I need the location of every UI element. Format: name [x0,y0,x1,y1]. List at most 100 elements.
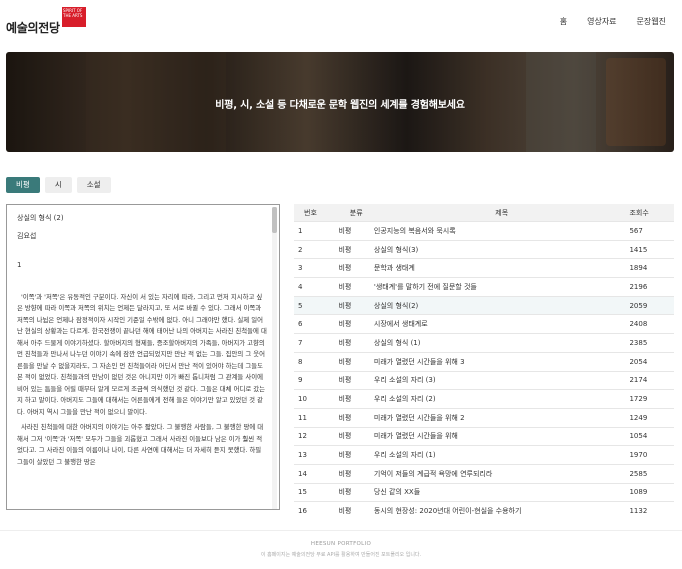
row-title[interactable]: 상실의 형식(3) [373,239,630,259]
table-row[interactable]: 3 비평 문학과 생태계 1894 [294,258,674,278]
row-title[interactable]: 문학과 생태계 [373,258,630,278]
table-row[interactable]: 5 비평 상실의 형식(2) 2059 [294,295,674,315]
row-number: 11 [294,407,339,428]
row-views: 1089 [629,482,674,502]
reader-scrollbar[interactable] [272,207,277,509]
hero-headline: 비평, 시, 소설 등 다채로운 문학 웹진의 세계를 경험해보세요 [215,100,465,111]
row-category: 비평 [338,389,374,409]
table-row[interactable]: 10 비평 우리 소설의 자리 (2) 1729 [294,389,674,409]
table-row[interactable]: 14 비평 기억이 저들의 계급적 욕망에 연루되리라 2585 [294,463,674,484]
article-paragraph: 사라진 친척들에 대한 아버지의 이야기는 아주 짧았다. 그 불행한 사람들,… [17,423,264,466]
row-number: 15 [294,482,339,502]
article-content: 상실의 형식 (2) 김요섭 1 '이쪽'과 '저쪽'은 유동적인 구분이다. … [17,213,267,472]
site-header: SPIRIT OF THE ARTS 예술의전당 홈 영상자료 문장웹진 [0,0,682,44]
scrollbar-thumb[interactable] [272,207,277,233]
row-number: 14 [294,463,339,484]
row-title[interactable]: 미래가 열렸던 시간들을 위해 [373,426,630,446]
row-views: 2059 [629,295,674,315]
row-title[interactable]: 우리 소설의 자리 (3) [373,370,630,390]
row-number: 8 [294,351,339,371]
row-title[interactable]: 인공지능의 복음서와 묵시록 [373,221,630,241]
row-category: 비평 [338,314,374,334]
col-header-number: 번호 [294,204,339,222]
row-title[interactable]: 미래가 열렸던 시간들을 위해 2 [373,407,630,428]
row-title[interactable]: 기억이 저들의 계급적 욕망에 연루되리라 [373,463,630,484]
row-title[interactable]: 당신 같의 XX들 [373,482,630,502]
row-category: 비평 [338,426,374,446]
article-table: 번호 분류 제목 조회수 1 비평 인공지능의 복음서와 묵시록 567 2 비평 상실의 … [294,204,674,520]
row-views: 2196 [629,277,674,297]
row-category: 비평 [338,482,374,502]
site-footer: HEESUN PORTFOLIO 이 홈페이지는 예술의전당 무료 API를 활… [0,530,682,569]
table-row[interactable]: 16 비평 동시의 현장성: 2020년대 어린이-현실을 수용하기 1132 [294,501,674,520]
row-category: 비평 [338,351,374,371]
row-views: 1054 [629,426,674,446]
row-number: 12 [294,426,339,446]
nav-webzine[interactable]: 문장웹진 [637,16,666,27]
table-row[interactable]: 13 비평 우리 소설의 자리 (1) 1970 [294,445,674,465]
row-category: 비평 [338,333,374,353]
table-row[interactable]: 1 비평 인공지능의 복음서와 묵시록 567 [294,221,674,241]
row-category: 비평 [338,239,374,259]
table-row[interactable]: 9 비평 우리 소설의 자리 (3) 2174 [294,370,674,390]
row-title[interactable]: '생태계'를 말하기 전에 질문할 것들 [373,277,630,297]
footer-title: HEESUN PORTFOLIO [310,541,372,547]
article-author: 김요섭 [17,231,37,240]
row-number: 5 [294,295,339,315]
row-number: 13 [294,445,339,465]
article-title: 상실의 형식 (2) [17,214,64,222]
row-category: 비평 [338,501,374,520]
row-category: 비평 [338,445,374,465]
col-header-views: 조회수 [629,204,674,222]
row-views: 2408 [629,314,674,334]
table-body: 1 비평 인공지능의 복음서와 묵시록 567 2 비평 상실의 형식(3) 1415 3 비평 문… [294,221,674,520]
row-views: 1132 [629,501,674,520]
article-paragraph: '이쪽'과 '저쪽'은 유동적인 구분이다. 자신이 서 있는 자리에 따라, … [17,292,267,416]
main-nav: 홈 영상자료 문장웹진 [560,16,666,27]
table-row[interactable]: 7 비평 상실의 형식 (1) 2385 [294,333,674,353]
table-row[interactable]: 11 비평 미래가 열렸던 시간들을 위해 2 1249 [294,407,674,428]
table-row[interactable]: 6 비평 시장에서 생태계로 2408 [294,314,674,334]
row-title[interactable]: 상실의 형식(2) [373,295,630,315]
row-title[interactable]: 미래가 열렸던 시간들을 위해 3 [373,351,630,371]
row-title[interactable]: 상실의 형식 (1) [373,333,630,353]
hero-banner: 비평, 시, 소설 등 다채로운 문학 웹진의 세계를 경험해보세요 [6,52,674,152]
row-number: 10 [294,389,339,409]
row-category: 비평 [338,370,374,390]
row-category: 비평 [338,463,374,484]
table-row[interactable]: 4 비평 '생태계'를 말하기 전에 질문할 것들 2196 [294,277,674,297]
article-section-number: 1 [17,261,22,269]
row-views: 1970 [629,445,674,465]
table-row[interactable]: 2 비평 상실의 형식(3) 1415 [294,239,674,259]
row-views: 1894 [629,258,674,278]
row-number: 16 [294,501,339,520]
table-row[interactable]: 8 비평 미래가 열렸던 시간들을 위해 3 2054 [294,351,674,371]
logo-text: 예술의전당 [6,21,60,35]
row-title[interactable]: 시장에서 생태계로 [373,314,630,334]
tab-criticism[interactable]: 비평 [6,177,40,193]
row-number: 3 [294,258,339,278]
article-reader[interactable]: 상실의 형식 (2) 김요섭 1 '이쪽'과 '저쪽'은 유동적인 구분이다. … [6,204,280,510]
row-views: 1729 [629,389,674,409]
col-header-title: 제목 [373,204,630,222]
row-category: 비평 [338,407,374,428]
row-views: 567 [629,221,674,241]
nav-home[interactable]: 홈 [560,16,567,27]
table-header-row: 번호 분류 제목 조회수 [294,204,674,222]
nav-videos[interactable]: 영상자료 [587,16,616,27]
row-views: 2054 [629,351,674,371]
site-logo[interactable]: SPIRIT OF THE ARTS 예술의전당 [6,7,86,37]
row-number: 1 [294,221,339,241]
row-title[interactable]: 우리 소설의 자리 (2) [373,389,630,409]
tab-fiction[interactable]: 소설 [76,177,111,193]
row-views: 2585 [629,463,674,484]
footer-note: 이 홈페이지는 예술의전당 무료 API를 활용하여 만들어진 포트폴리오 입니… [260,552,422,558]
row-title[interactable]: 우리 소설의 자리 (1) [373,445,630,465]
row-views: 1415 [629,239,674,259]
row-title[interactable]: 동시의 현장성: 2020년대 어린이-현실을 수용하기 [373,501,630,520]
table-row[interactable]: 12 비평 미래가 열렸던 시간들을 위해 1054 [294,426,674,446]
table-row[interactable]: 15 비평 당신 같의 XX들 1089 [294,482,674,502]
row-number: 7 [294,333,339,353]
tab-poetry[interactable]: 시 [44,177,72,193]
row-category: 비평 [338,258,374,278]
